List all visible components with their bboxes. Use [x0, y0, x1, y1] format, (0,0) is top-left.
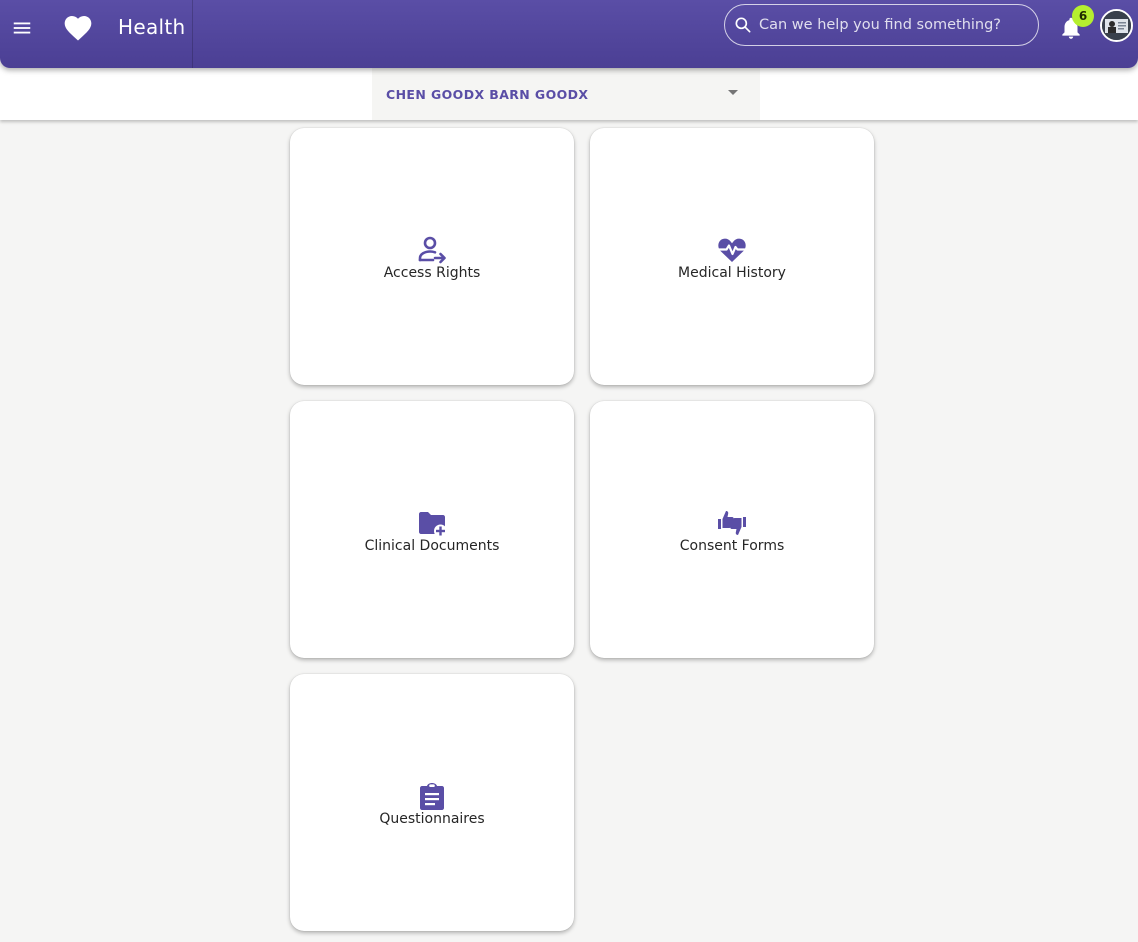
folder-plus-icon	[419, 512, 447, 538]
app-bar: Health 6	[0, 0, 1138, 68]
thumbs-up-down-icon	[718, 511, 746, 535]
tile-access-rights[interactable]: Access Rights	[290, 128, 574, 385]
search-icon	[735, 17, 751, 33]
tile-label: Medical History	[678, 265, 786, 281]
tile-consent-forms[interactable]: Consent Forms	[590, 401, 874, 658]
app-title: Health	[118, 15, 186, 39]
tile-questionnaires[interactable]: Questionnaires	[290, 674, 574, 931]
clipboard-list-icon	[420, 783, 444, 810]
tile-label: Access Rights	[383, 265, 481, 281]
dropdown-arrow-icon	[728, 90, 738, 95]
tile-clinical-documents[interactable]: Clinical Documents	[290, 401, 574, 658]
tile-label: Consent Forms	[679, 538, 785, 554]
heart-pulse-icon	[718, 238, 746, 262]
patient-select[interactable]: CHEN GOODX BARN GOODX	[372, 68, 760, 120]
tile-label: Questionnaires	[379, 811, 485, 827]
user-avatar[interactable]	[1100, 9, 1133, 42]
patient-select-value: CHEN GOODX BARN GOODX	[386, 87, 589, 102]
patient-bar: CHEN GOODX BARN GOODX	[0, 60, 1138, 120]
heart-logo-icon	[64, 16, 92, 41]
search-box[interactable]	[724, 4, 1039, 46]
avatar-picture-icon	[1102, 11, 1131, 40]
person-arrow-icon	[418, 236, 446, 264]
tile-medical-history[interactable]: Medical History	[590, 128, 874, 385]
search-input[interactable]	[757, 16, 1027, 34]
notification-badge: 6	[1072, 5, 1094, 27]
tile-label: Clinical Documents	[364, 538, 500, 554]
title-divider	[192, 0, 193, 68]
hamburger-menu-icon	[13, 22, 31, 34]
menu-button[interactable]	[8, 14, 36, 42]
